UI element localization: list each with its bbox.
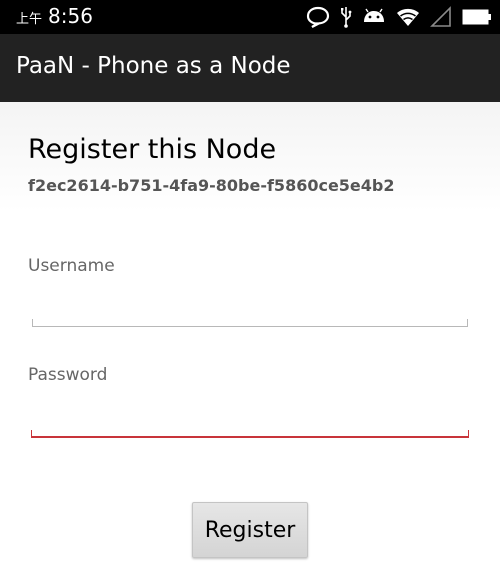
username-field[interactable] [32,286,468,320]
register-form: Register this Node f2ec2614-b751-4fa9-80… [0,102,500,580]
username-label: Username [28,256,115,276]
app-title: PaaN - Phone as a Node [16,53,291,79]
no-signal-icon [430,6,452,28]
battery-icon [462,7,492,27]
time-value: 8:56 [48,4,93,28]
status-clock: 上午 8:56 [16,4,93,28]
status-icons [306,4,492,30]
wifi-icon [396,6,420,28]
action-bar: PaaN - Phone as a Node [0,34,500,102]
chat-bubble-icon [306,6,330,28]
usb-icon [340,6,352,28]
password-underline [31,430,469,438]
username-underline [32,319,468,327]
register-button[interactable]: Register [192,502,308,558]
android-icon [362,8,386,26]
status-bar: 上午 8:56 [0,0,500,34]
password-label: Password [28,365,108,385]
page-title: Register this Node [28,134,277,165]
time-prefix: 上午 [16,12,43,27]
password-field[interactable] [32,396,468,430]
node-id: f2ec2614-b751-4fa9-80be-f5860ce5e4b2 [28,176,395,195]
